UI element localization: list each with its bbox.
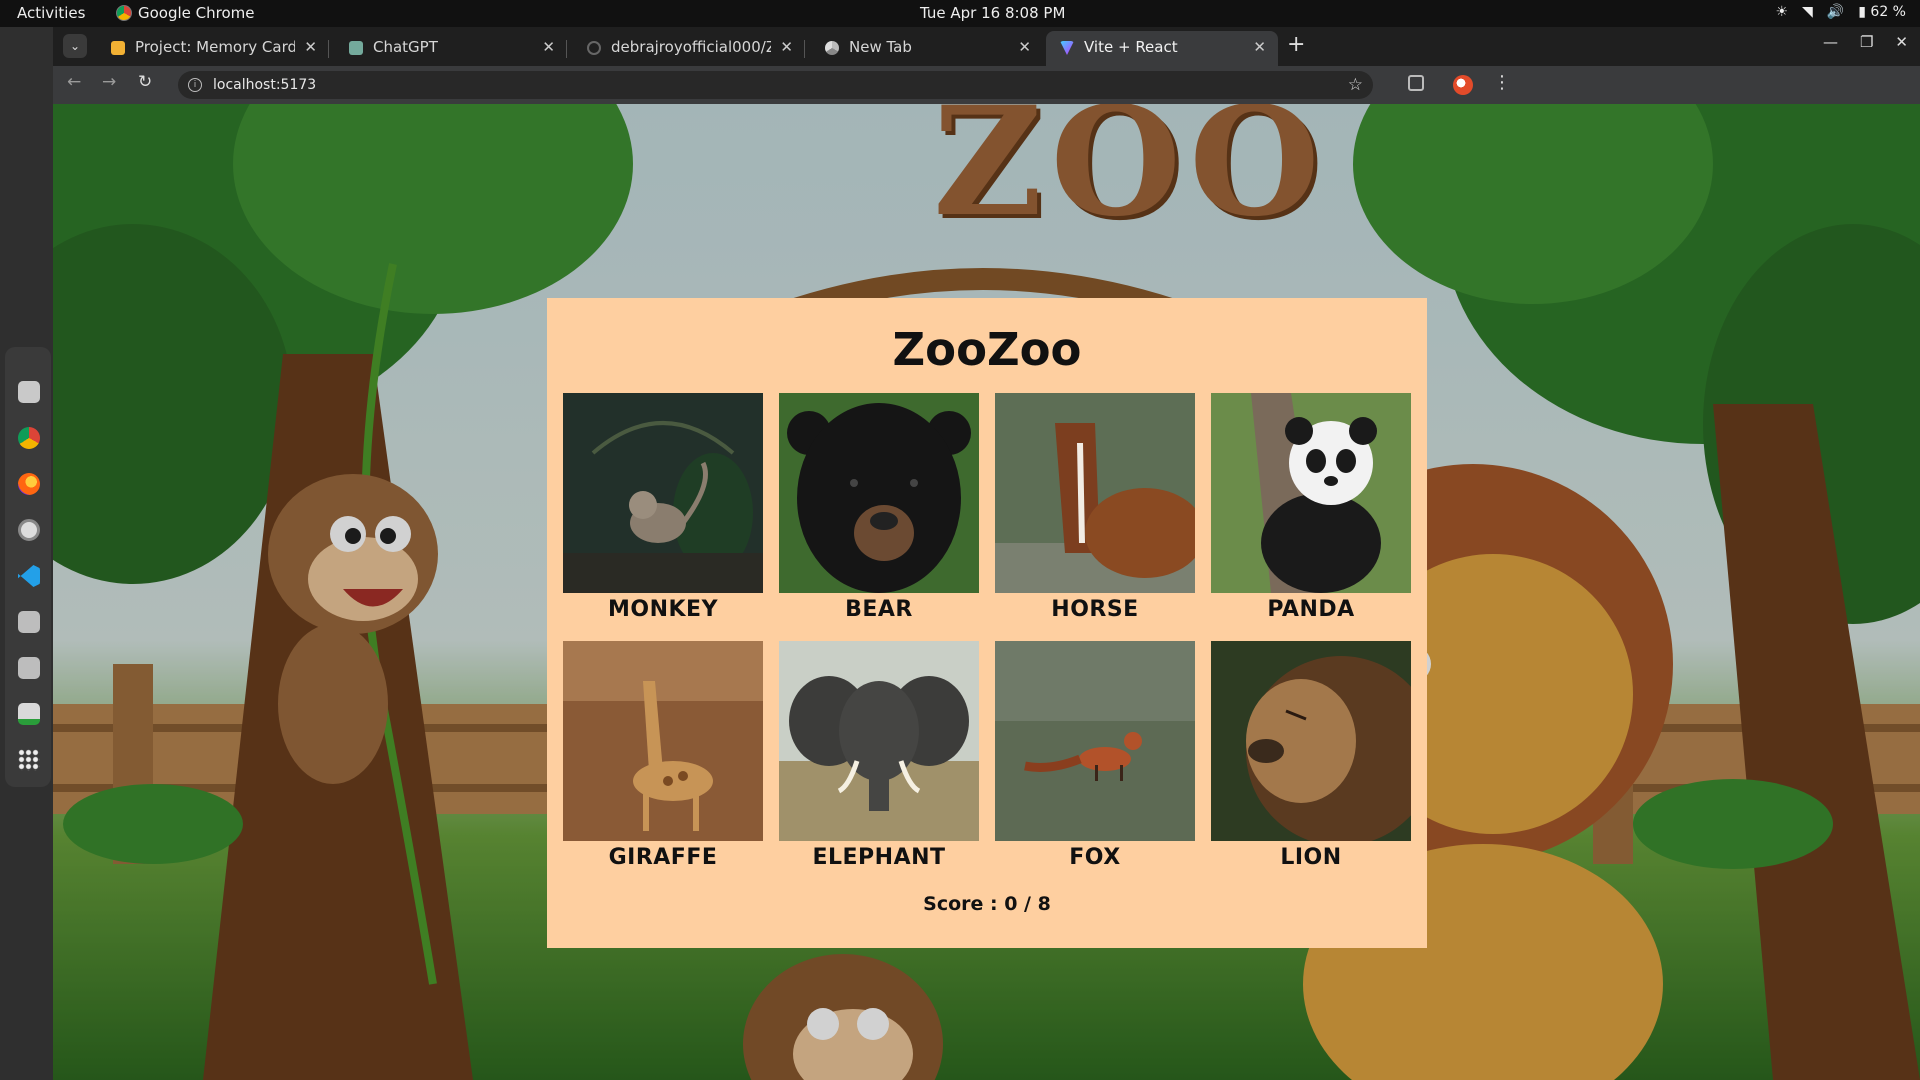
forward-icon[interactable]: → xyxy=(102,72,116,92)
github-icon xyxy=(587,41,601,55)
tab-strip: ⌄ Project: Memory Card | T ✕ ChatGPT ✕ d… xyxy=(53,27,1920,66)
animal-name: GIRAFFE xyxy=(608,845,718,870)
fox-photo xyxy=(995,641,1195,841)
battery-indicator: ▮ 62 % xyxy=(1858,4,1906,20)
chrome-icon xyxy=(825,41,839,55)
minimize-icon[interactable]: — xyxy=(1823,33,1838,51)
tab-separator xyxy=(566,40,567,58)
game-card: ZooZoo MONKEY BEAR HORSE PANDA GIRAFFE E… xyxy=(547,298,1427,948)
system-top-bar: Activities Google Chrome Tue Apr 16 8:08… xyxy=(0,0,1920,27)
score-display: Score : 0 / 8 xyxy=(923,893,1051,915)
animal-card-elephant[interactable]: ELEPHANT xyxy=(779,641,979,881)
tab-chatgpt[interactable]: ChatGPT ✕ xyxy=(335,31,567,66)
wifi-icon: ◥ xyxy=(1802,4,1813,20)
system-tray[interactable]: ☀ ◥ 🔊 ▮ 62 % xyxy=(1775,4,1906,20)
tab-separator xyxy=(328,40,329,58)
animal-name: BEAR xyxy=(845,597,913,622)
reload-icon[interactable]: ↻ xyxy=(138,72,152,92)
monkey-photo xyxy=(563,393,763,593)
animal-card-monkey[interactable]: MONKEY xyxy=(563,393,763,633)
odin-icon xyxy=(111,41,125,55)
brightness-icon: ☀ xyxy=(1775,4,1789,20)
tab-memory-card[interactable]: Project: Memory Card | T ✕ xyxy=(97,31,329,66)
close-icon[interactable]: ✕ xyxy=(542,31,555,64)
animal-name: LION xyxy=(1280,845,1342,870)
animal-card-bear[interactable]: BEAR xyxy=(779,393,979,633)
extensions-icon[interactable] xyxy=(1408,75,1424,91)
panda-photo xyxy=(1211,393,1411,593)
horse-photo xyxy=(995,393,1195,593)
bookmark-star-icon[interactable]: ☆ xyxy=(1348,71,1363,99)
profile-avatar[interactable] xyxy=(1453,75,1473,95)
chrome-icon xyxy=(116,5,132,21)
browser-toolbar: ← → ↻ i localhost:5173 ☆ ⋮ xyxy=(53,66,1920,104)
tab-label: debrajroyofficial000/Zoo xyxy=(611,38,771,56)
disk-icon[interactable] xyxy=(18,611,40,633)
tab-label: New Tab xyxy=(849,38,912,56)
elephant-photo xyxy=(779,641,979,841)
animal-card-panda[interactable]: PANDA xyxy=(1211,393,1411,633)
animal-name: PANDA xyxy=(1267,597,1355,622)
close-icon[interactable]: ✕ xyxy=(1253,31,1266,64)
chrome-icon[interactable] xyxy=(18,427,40,449)
vscode-icon[interactable] xyxy=(18,565,40,587)
animal-card-fox[interactable]: FOX xyxy=(995,641,1195,881)
window-controls: — ❐ ✕ xyxy=(1823,33,1908,51)
tab-github[interactable]: debrajroyofficial000/Zoo ✕ xyxy=(573,31,805,66)
close-icon[interactable]: ✕ xyxy=(780,31,793,64)
app-grid-icon[interactable] xyxy=(18,749,40,771)
tab-search-button[interactable]: ⌄ xyxy=(63,34,87,58)
new-tab-button[interactable]: + xyxy=(1287,32,1305,57)
page-viewport: ZOO ZooZoo MONKEY BEAR HORSE PANDA GIRAF… xyxy=(53,104,1920,1080)
maximize-icon[interactable]: ❐ xyxy=(1860,33,1873,51)
firefox-icon[interactable] xyxy=(18,473,40,495)
activities-button[interactable]: Activities xyxy=(17,4,85,22)
chatgpt-icon xyxy=(349,41,363,55)
animal-card-lion[interactable]: LION xyxy=(1211,641,1411,881)
animal-card-horse[interactable]: HORSE xyxy=(995,393,1195,633)
chrome-menu-icon[interactable]: ⋮ xyxy=(1493,72,1511,93)
close-icon[interactable]: ✕ xyxy=(304,31,317,64)
animal-card-giraffe[interactable]: GIRAFFE xyxy=(563,641,763,881)
animal-name: MONKEY xyxy=(607,597,718,622)
tab-separator xyxy=(804,40,805,58)
animal-name: HORSE xyxy=(1051,597,1139,622)
vite-icon xyxy=(1060,41,1074,55)
browser-window: ⌄ Project: Memory Card | T ✕ ChatGPT ✕ d… xyxy=(53,27,1920,1080)
animal-name: ELEPHANT xyxy=(812,845,946,870)
giraffe-photo xyxy=(563,641,763,841)
close-icon[interactable]: ✕ xyxy=(1018,31,1031,64)
tab-label: Vite + React xyxy=(1084,38,1178,56)
dock xyxy=(0,27,53,1080)
tab-label: ChatGPT xyxy=(373,38,438,56)
page-title: ZooZoo xyxy=(892,323,1082,376)
url-text: localhost:5173 xyxy=(213,77,317,93)
dock-panel xyxy=(5,347,51,787)
app-name-label: Google Chrome xyxy=(138,4,255,22)
animal-name: FOX xyxy=(1069,845,1121,870)
address-bar[interactable]: i localhost:5173 ☆ xyxy=(178,71,1373,99)
back-icon[interactable]: ← xyxy=(67,72,81,92)
close-window-icon[interactable]: ✕ xyxy=(1895,33,1908,51)
files-icon[interactable] xyxy=(18,381,40,403)
bear-photo xyxy=(779,393,979,593)
lion-photo xyxy=(1211,641,1411,841)
tab-vite-react[interactable]: Vite + React ✕ xyxy=(1046,31,1278,66)
trash-icon[interactable] xyxy=(18,703,40,725)
app-menu[interactable]: Google Chrome xyxy=(116,4,255,22)
tab-label: Project: Memory Card | T xyxy=(135,38,295,56)
settings-icon[interactable] xyxy=(18,519,40,541)
tab-new-tab[interactable]: New Tab ✕ xyxy=(811,31,1043,66)
site-info-icon[interactable]: i xyxy=(188,78,202,92)
volume-icon: 🔊 xyxy=(1826,4,1845,20)
clock[interactable]: Tue Apr 16 8:08 PM xyxy=(920,4,1065,22)
disk-icon[interactable] xyxy=(18,657,40,679)
